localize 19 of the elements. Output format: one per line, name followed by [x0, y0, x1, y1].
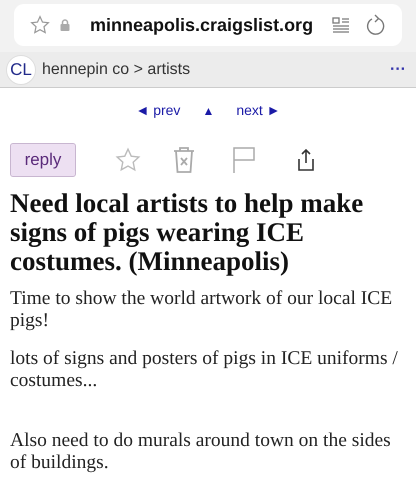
post-paragraph: Also need to do murals around town on the sides of buildings.	[10, 430, 392, 474]
breadcrumb-link[interactable]: hennepin co > artists	[42, 58, 190, 82]
reply-button[interactable]: reply	[10, 143, 76, 177]
share-icon[interactable]	[296, 148, 316, 172]
next-link[interactable]: next ►	[236, 100, 281, 121]
trash-icon[interactable]	[172, 146, 196, 174]
previous-link[interactable]: ◄ prev	[135, 100, 180, 121]
lock-icon	[60, 19, 70, 31]
site-logo[interactable]: CL	[6, 54, 36, 84]
star-icon[interactable]	[30, 15, 50, 35]
up-link[interactable]: ▲	[202, 102, 214, 120]
star-icon[interactable]	[114, 147, 142, 173]
post-paragraph: lots of signs and posters of pigs in ICE uniforms / costumes...	[10, 348, 399, 392]
post-paragraph: Time to show the world artwork of our local ICE pigs!	[10, 288, 394, 332]
flag-icon[interactable]	[232, 146, 256, 174]
menu-button[interactable]: ···	[390, 58, 406, 82]
reader-icon[interactable]	[332, 17, 350, 33]
post-title: Need local artists to help make signs of pigs wearing ICE costumes. (Minneapolis)	[9, 189, 364, 276]
reload-icon[interactable]	[366, 14, 386, 36]
